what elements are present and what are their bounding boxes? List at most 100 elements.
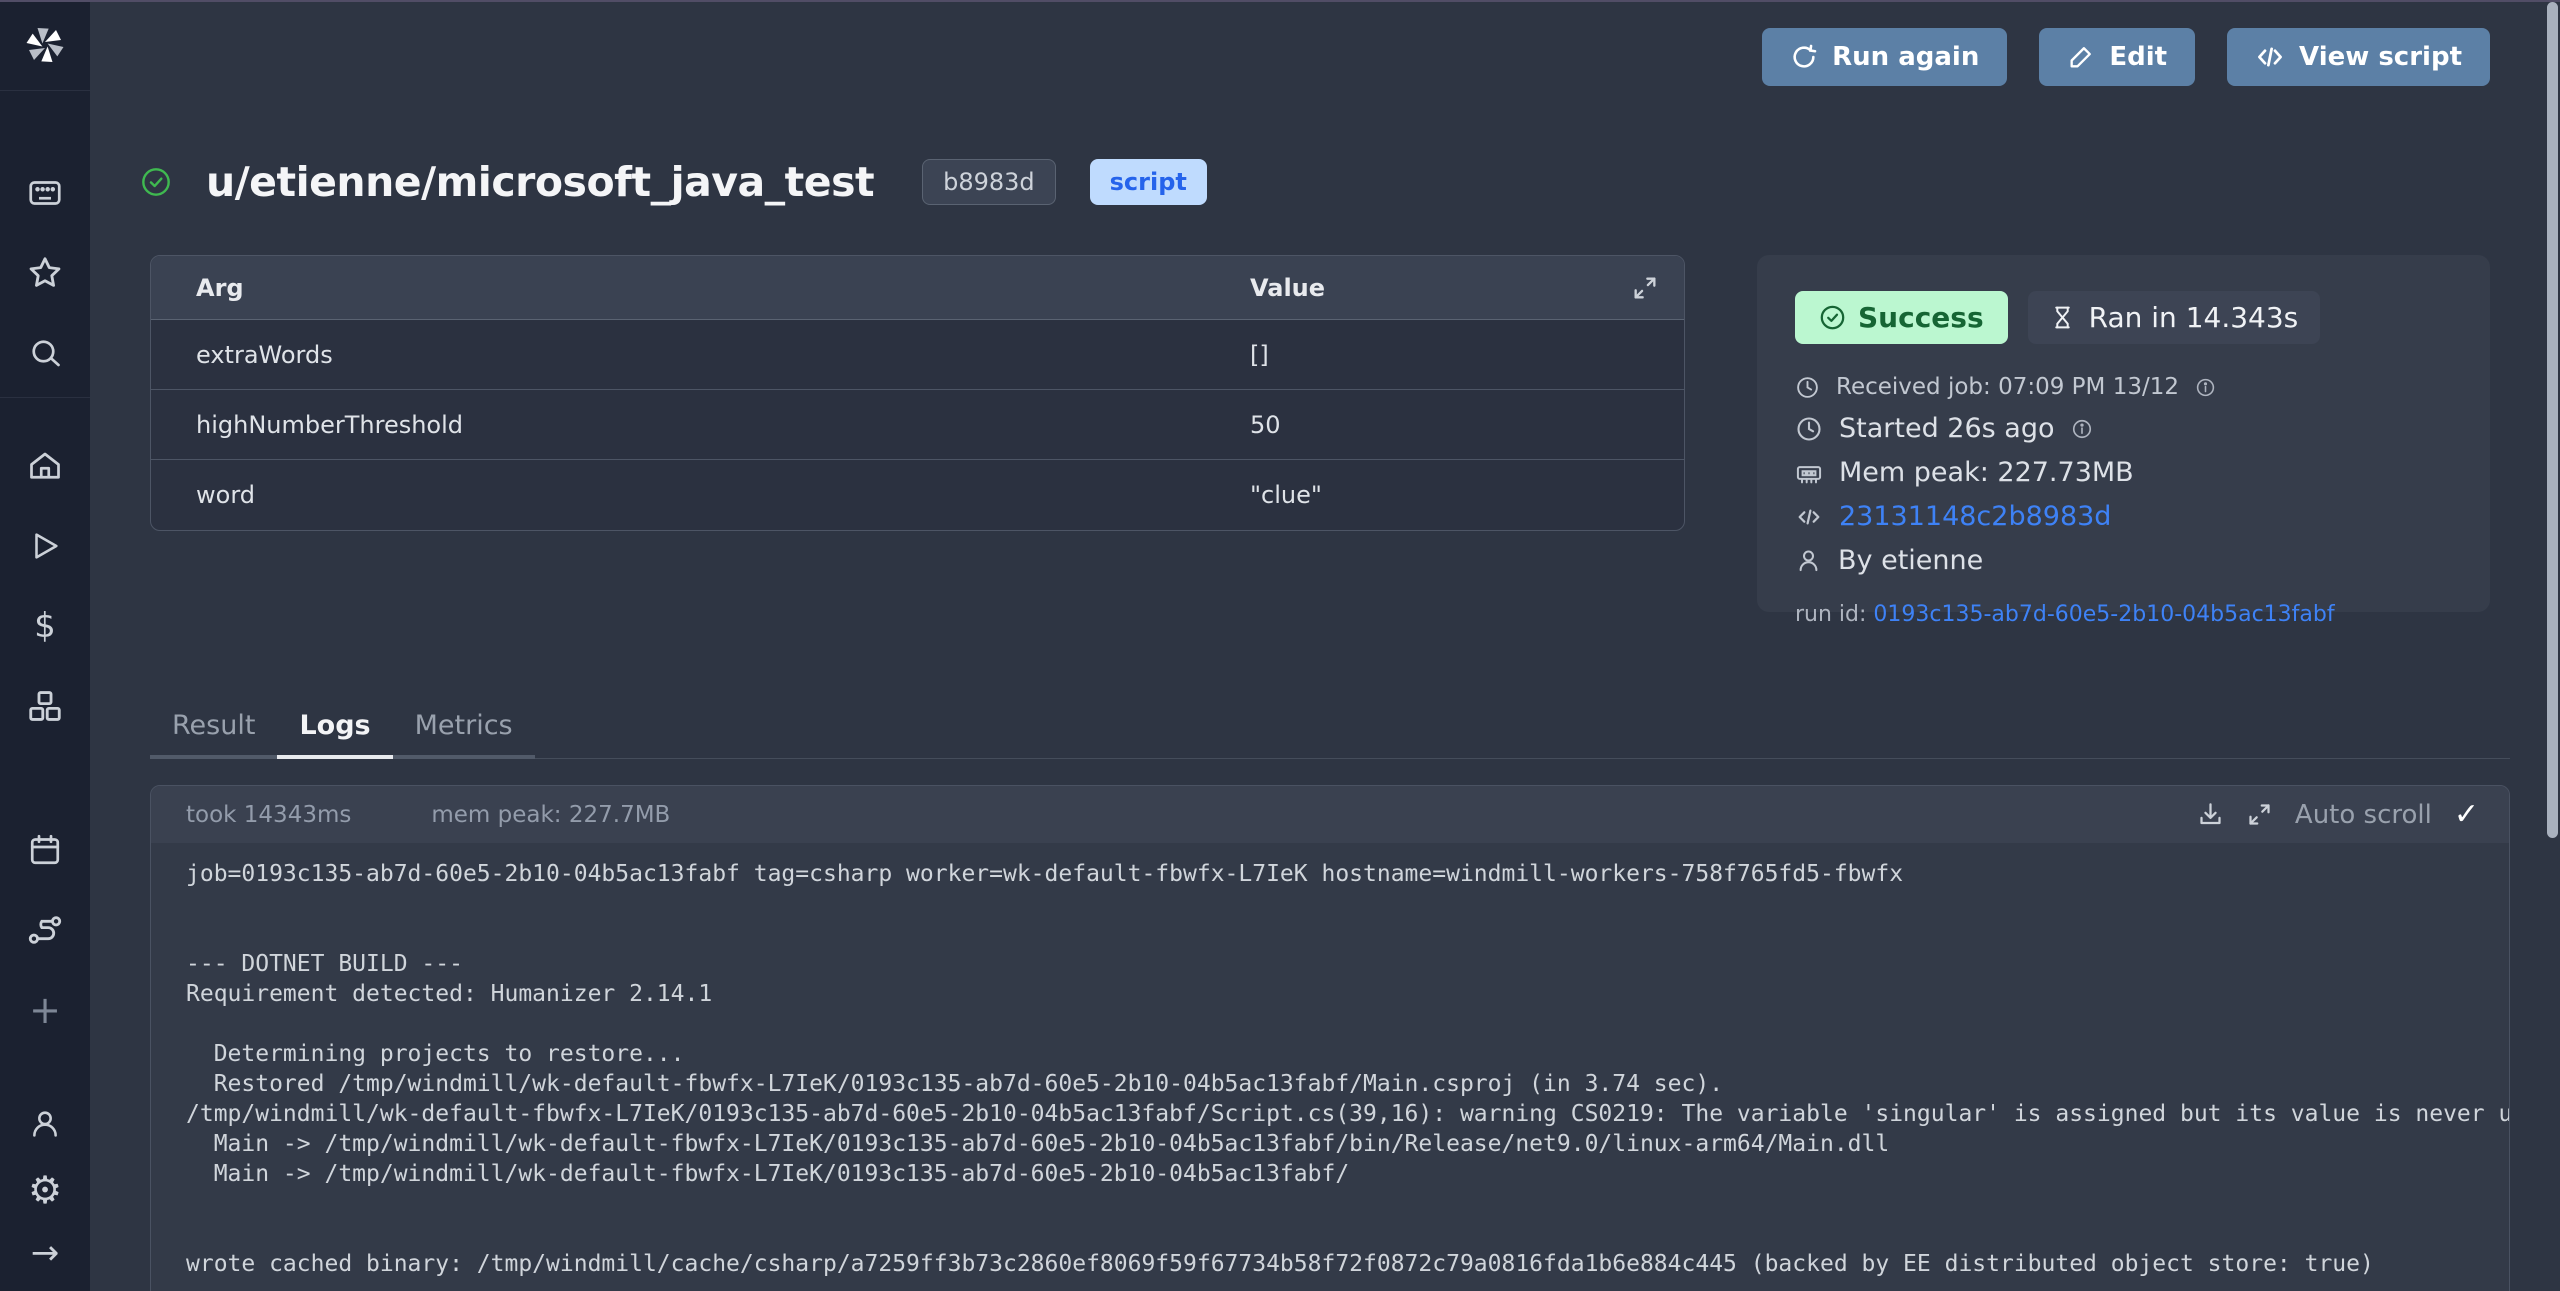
success-check-icon — [140, 166, 172, 198]
tab-logs[interactable]: Logs — [277, 710, 392, 759]
hourglass-icon — [2050, 305, 2075, 330]
refresh-icon — [1790, 43, 1818, 71]
account-person-icon[interactable] — [0, 1091, 90, 1157]
status-label: Success — [1858, 301, 1984, 334]
page-title: u/etienne/microsoft_java_test — [206, 158, 874, 206]
log-line: --- DOTNET BUILD --- — [186, 949, 2509, 979]
schedules-calendar-icon[interactable] — [0, 810, 90, 890]
download-logs-icon[interactable] — [2197, 801, 2224, 828]
runs-play-icon[interactable] — [0, 506, 90, 586]
result-tabs: Result Logs Metrics — [150, 710, 2510, 759]
arg-name: extraWords — [196, 341, 1250, 369]
top-accent-line — [0, 0, 2560, 2]
favorites-star-icon[interactable] — [0, 233, 90, 313]
job-info-panel: Success Ran in 14.343s Received job: 07:… — [1757, 255, 2490, 612]
log-line: Requirement detected: Humanizer 2.14.1 — [186, 979, 2509, 1009]
title-row: u/etienne/microsoft_java_test b8983d scr… — [140, 158, 1207, 206]
code-icon — [1795, 503, 1823, 531]
toolbar: Run again Edit View script — [1762, 28, 2490, 86]
log-mem-peak-label: mem peak: 227.7MB — [431, 802, 670, 828]
mem-peak-row: Mem peak: 227.73MB — [1795, 457, 2452, 488]
expand-sidebar-arrow-icon[interactable]: → — [0, 1223, 90, 1283]
run-again-button[interactable]: Run again — [1762, 28, 2007, 86]
sidebar: $ + — [0, 0, 90, 1291]
log-panel: took 14343ms mem peak: 227.7MB Auto scro… — [150, 785, 2510, 1291]
log-line — [186, 1189, 2509, 1219]
table-row: highNumberThreshold 50 — [151, 390, 1684, 460]
author-row: By etienne — [1795, 545, 2452, 576]
pencil-icon — [2067, 43, 2095, 71]
duration-label: Ran in 14.343s — [2089, 301, 2299, 334]
tab-result[interactable]: Result — [150, 710, 277, 759]
status-badge: Success — [1795, 291, 2008, 344]
args-table: Arg Value extraWords [] highNumberThresh… — [150, 255, 1685, 531]
windmill-logo[interactable] — [0, 0, 90, 91]
memory-icon — [1795, 459, 1823, 487]
variables-dollar-icon[interactable]: $ — [0, 586, 90, 666]
resources-boxes-icon[interactable] — [0, 666, 90, 746]
started-row: Started 26s ago — [1795, 413, 2452, 444]
log-line: job=0193c135-ab7d-60e5-2b10-04b5ac13fabf… — [186, 859, 2509, 889]
received-job-label: Received job: 07:09 PM 13/12 — [1836, 374, 2179, 400]
hash-badge[interactable]: b8983d — [922, 159, 1056, 205]
received-job-row: Received job: 07:09 PM 13/12 — [1795, 374, 2452, 400]
code-icon — [2255, 42, 2285, 72]
commit-row: 23131148c2b8983d — [1795, 501, 2452, 532]
arg-column-header: Arg — [196, 274, 1250, 302]
arg-value: 50 — [1250, 411, 1659, 439]
clock-icon — [1795, 415, 1823, 443]
log-line — [186, 889, 2509, 919]
edit-button[interactable]: Edit — [2039, 28, 2195, 86]
auto-scroll-label: Auto scroll — [2295, 800, 2432, 830]
info-icon[interactable] — [2071, 418, 2093, 440]
commit-hash-link[interactable]: 23131148c2b8983d — [1839, 501, 2111, 532]
arg-name: word — [196, 481, 1250, 509]
expand-args-icon[interactable] — [1631, 274, 1659, 302]
flows-route-icon[interactable] — [0, 890, 90, 970]
log-line: Main -> /tmp/windmill/wk-default-fbwfx-L… — [186, 1159, 2509, 1189]
home-icon[interactable] — [0, 426, 90, 506]
log-line: Determining projects to restore... — [186, 1039, 2509, 1069]
auto-scroll-checkbox[interactable]: ✓ — [2454, 797, 2479, 832]
mem-peak-label: Mem peak: 227.73MB — [1839, 457, 2134, 488]
log-line: wrote cached binary: /tmp/windmill/cache… — [186, 1249, 2509, 1279]
log-line — [186, 1219, 2509, 1249]
script-kind-badge: script — [1090, 159, 1207, 205]
view-script-label: View script — [2299, 42, 2462, 72]
table-row: extraWords [] — [151, 320, 1684, 390]
clock-icon — [1795, 375, 1820, 400]
sidebar-divider — [0, 397, 90, 398]
run-again-label: Run again — [1832, 42, 1979, 72]
keyboard-icon[interactable] — [0, 153, 90, 233]
run-id-label: run id: — [1795, 602, 1866, 627]
arg-value: [] — [1250, 341, 1659, 369]
duration-chip: Ran in 14.343s — [2028, 291, 2321, 344]
search-icon[interactable] — [0, 313, 90, 393]
person-icon — [1795, 547, 1822, 574]
add-plus-icon[interactable]: + — [0, 970, 90, 1050]
log-took-label: took 14343ms — [186, 802, 351, 828]
log-line: Main -> /tmp/windmill/wk-default-fbwfx-L… — [186, 1129, 2509, 1159]
log-line — [186, 919, 2509, 949]
tab-metrics[interactable]: Metrics — [393, 710, 535, 759]
settings-gear-icon[interactable]: ⚙ — [0, 1157, 90, 1223]
log-line: Restored /tmp/windmill/wk-default-fbwfx-… — [186, 1069, 2509, 1099]
log-header: took 14343ms mem peak: 227.7MB Auto scro… — [151, 786, 2509, 843]
page-scrollbar-thumb[interactable] — [2547, 2, 2558, 838]
started-label: Started 26s ago — [1839, 413, 2055, 444]
value-column-header: Value — [1250, 274, 1631, 302]
log-output: job=0193c135-ab7d-60e5-2b10-04b5ac13fabf… — [151, 843, 2509, 1291]
info-icon[interactable] — [2195, 377, 2216, 398]
expand-logs-icon[interactable] — [2246, 801, 2273, 828]
log-line — [186, 1009, 2509, 1039]
args-table-header: Arg Value — [151, 256, 1684, 320]
arg-name: highNumberThreshold — [196, 411, 1250, 439]
table-row: word "clue" — [151, 460, 1684, 530]
author-label: By etienne — [1838, 545, 1983, 576]
view-script-button[interactable]: View script — [2227, 28, 2490, 86]
run-id-row: run id: 0193c135-ab7d-60e5-2b10-04b5ac13… — [1795, 602, 2452, 627]
edit-label: Edit — [2109, 42, 2167, 72]
arg-value: "clue" — [1250, 481, 1659, 509]
log-line: /tmp/windmill/wk-default-fbwfx-L7IeK/019… — [186, 1099, 2509, 1129]
run-id-link[interactable]: 0193c135-ab7d-60e5-2b10-04b5ac13fabf — [1873, 602, 2334, 627]
